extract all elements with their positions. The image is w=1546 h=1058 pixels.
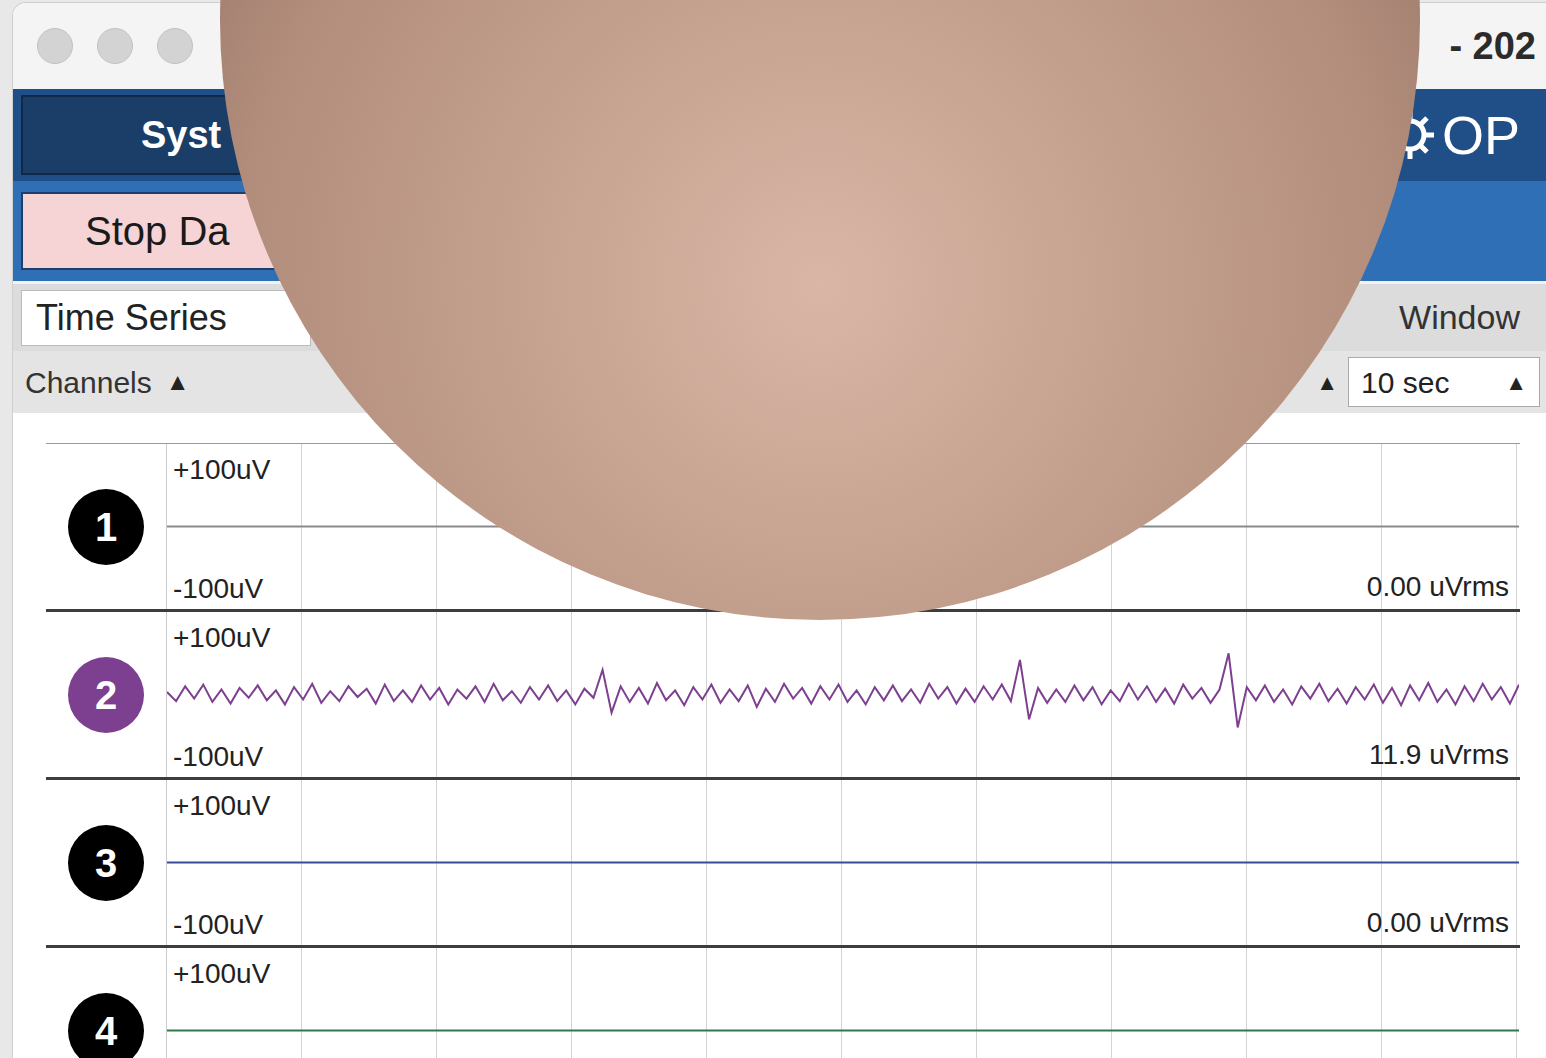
rms-label: 11.9 uVrms: [1369, 739, 1509, 771]
channel-badge[interactable]: 3: [68, 825, 144, 901]
scale-top-label: +100uV: [173, 454, 270, 486]
window-arrow: ▲: [1505, 366, 1527, 399]
channels-arrow: ▲: [166, 364, 190, 400]
channel-row: 4 +100uV: [46, 948, 1520, 1058]
dropdown-arrow[interactable]: ▲: [1316, 366, 1338, 399]
signal-line: [167, 1030, 1519, 1032]
channel-plot: +100uV -100uV 0.00 uVrms: [166, 780, 1519, 945]
scale-top-label: +100uV: [173, 622, 270, 654]
system-button-label: Syst: [141, 107, 221, 164]
widget-tab-label: Time Series: [36, 291, 227, 345]
rms-label: 0.00 uVrms: [1367, 571, 1509, 603]
logo-text: OP: [1442, 95, 1520, 176]
window-dropdown[interactable]: 10 sec ▲: [1348, 357, 1540, 407]
scale-bottom-label: -100uV: [173, 909, 263, 941]
widget-tab[interactable]: Time Series: [21, 290, 311, 346]
scale-top-label: +100uV: [173, 790, 270, 822]
scale-bottom-label: -100uV: [173, 573, 263, 605]
channel-badge[interactable]: 2: [68, 657, 144, 733]
channel-badge[interactable]: 4: [68, 993, 144, 1058]
scale-bottom-label: -100uV: [173, 741, 263, 773]
maximize-icon[interactable]: [157, 28, 193, 64]
scale-top-label: +100uV: [173, 958, 270, 990]
signal-line: [167, 862, 1519, 864]
rms-label: 0.00 uVrms: [1367, 907, 1509, 939]
signal-line: [167, 653, 1519, 727]
channel-badge[interactable]: 1: [68, 489, 144, 565]
minimize-icon[interactable]: [97, 28, 133, 64]
window-value: 10 sec: [1361, 360, 1449, 405]
channel-plot: +100uV -100uV 11.9 uVrms: [166, 612, 1519, 777]
window-title: - 202: [1449, 18, 1536, 75]
channels-label: Channels: [25, 360, 152, 405]
channels-toggle[interactable]: Channels ▲: [25, 360, 190, 405]
close-icon[interactable]: [37, 28, 73, 64]
channel-row: 2 +100uV -100uV 11.9 uVrms: [46, 612, 1520, 780]
channel-plot: +100uV: [166, 948, 1519, 1058]
stop-data-label: Stop Da: [85, 201, 230, 261]
window-label: Window: [1399, 292, 1520, 343]
window-controls: [37, 28, 193, 64]
channel-row: 3 +100uV -100uV 0.00 uVrms: [46, 780, 1520, 948]
